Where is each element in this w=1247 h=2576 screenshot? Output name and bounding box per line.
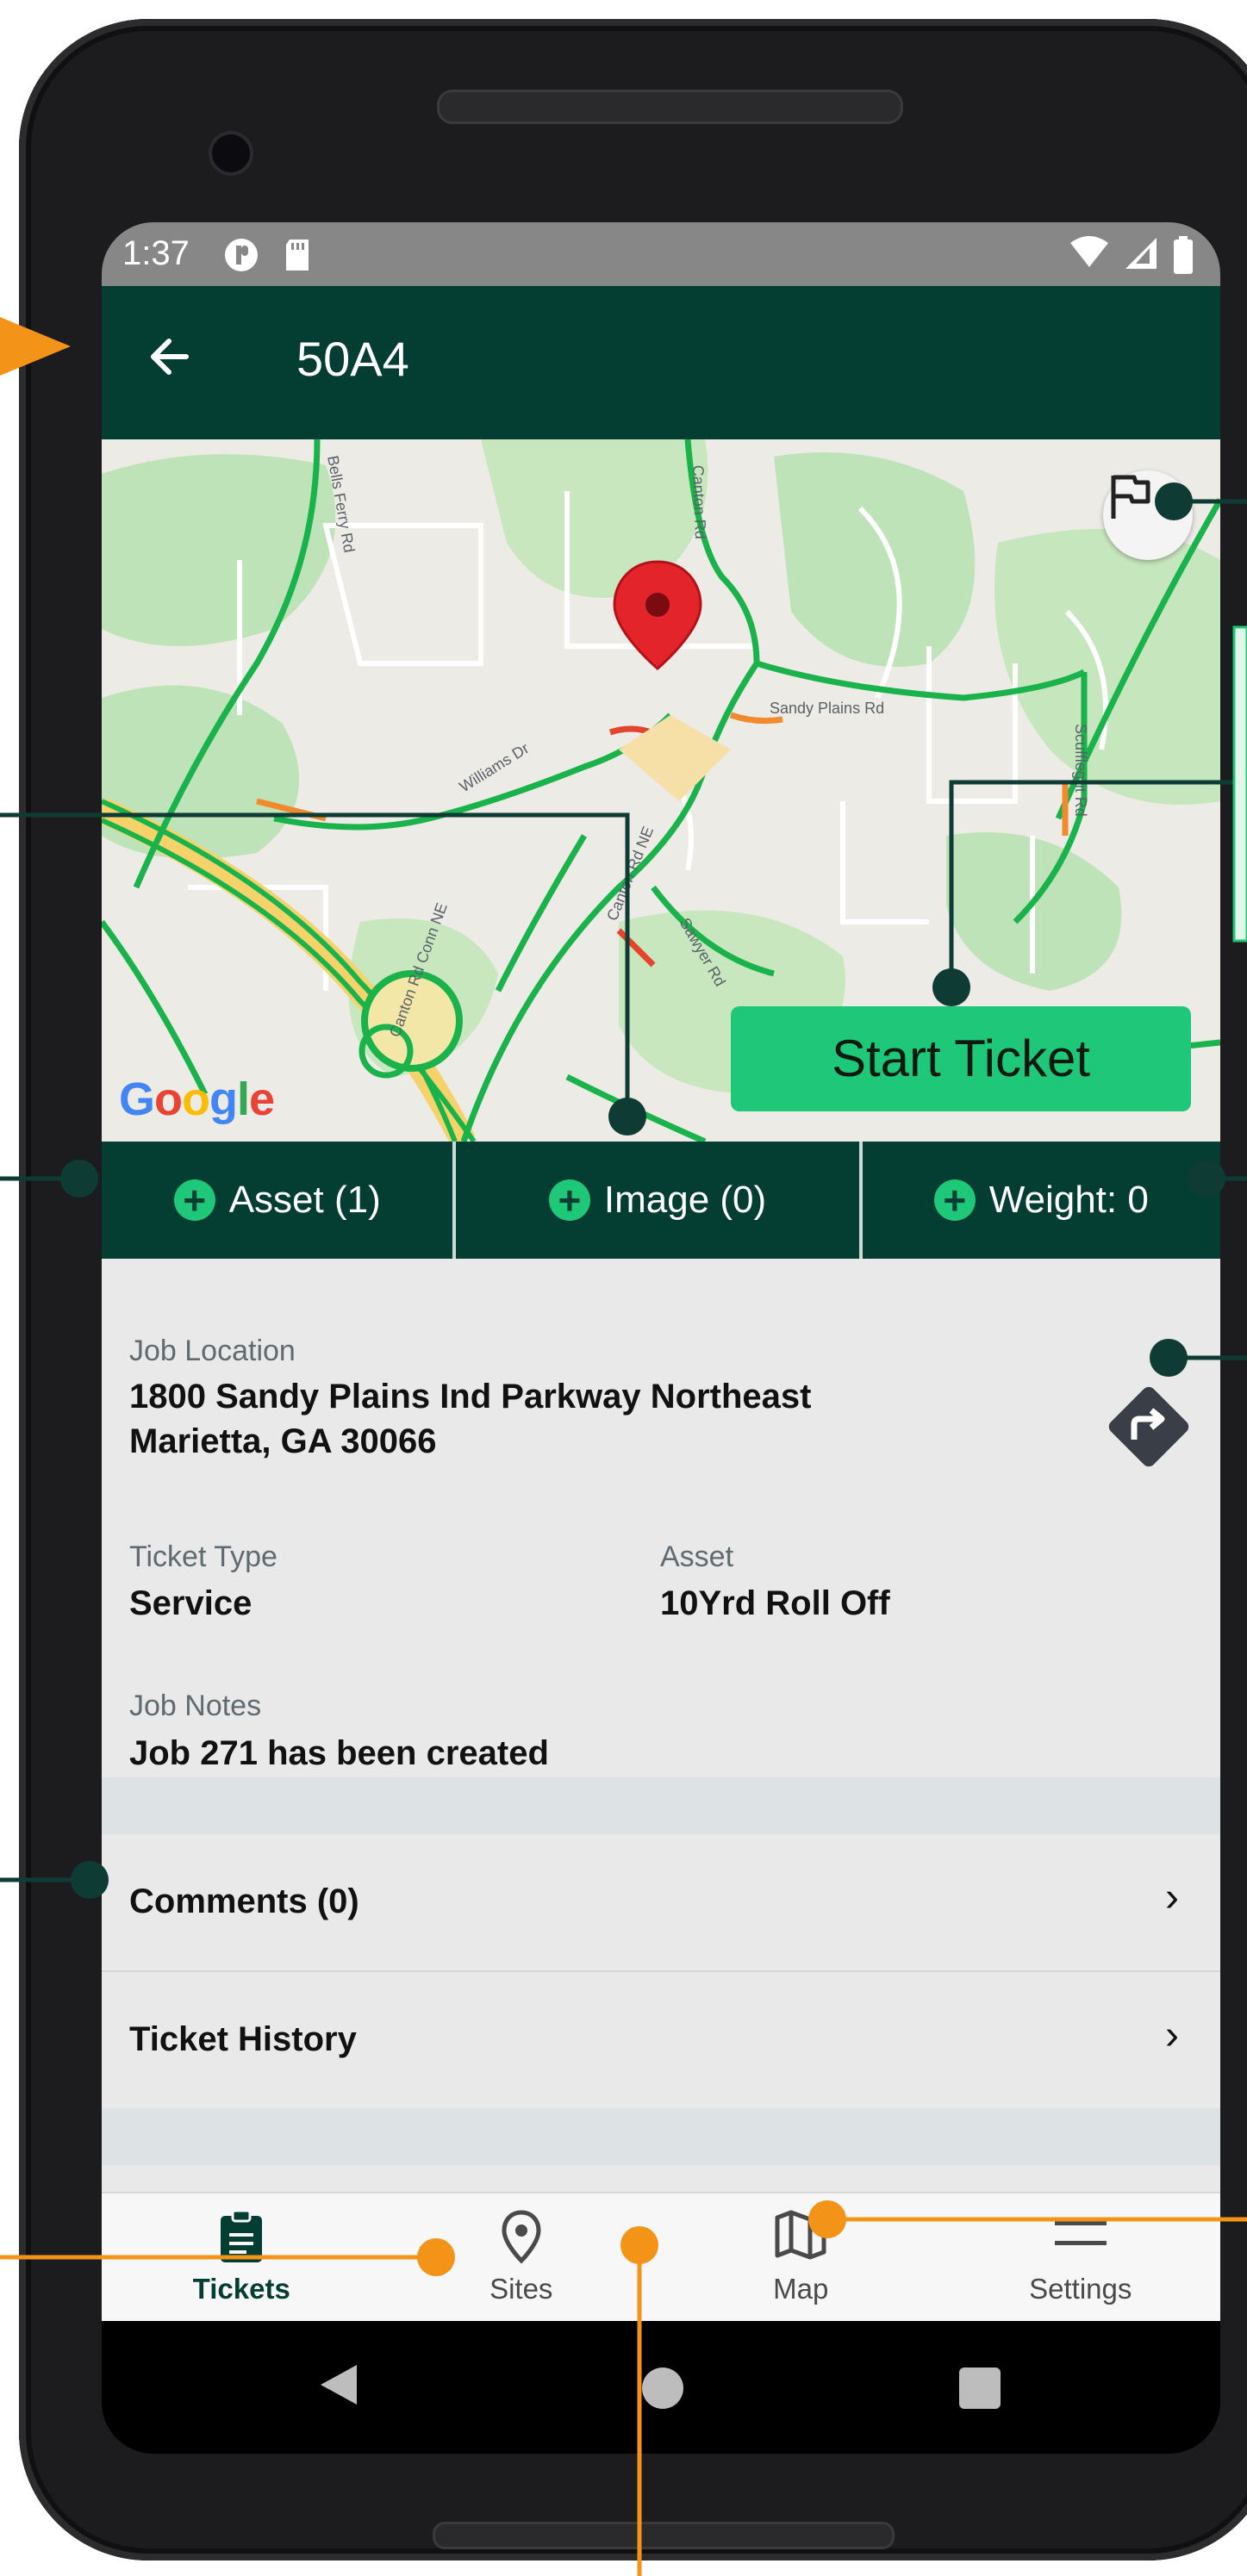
phone-frame: 1:37 50A4 Bells Ferry Rd Canton Rd Willi… (19, 19, 1247, 2560)
ticket-type-label: Ticket Type (129, 1540, 277, 1573)
nav-settings[interactable]: Settings (941, 2193, 1221, 2323)
bottom-speaker (433, 2522, 895, 2549)
nav-sites[interactable]: Sites (382, 2193, 662, 2323)
job-location-label: Job Location (129, 1335, 296, 1367)
ticket-actions-bar: + Asset (1) + Image (0) + Weight: 0 (102, 1142, 1220, 1259)
nav-tickets-label: Tickets (192, 2273, 290, 2305)
add-weight-label: Weight: 0 (988, 1179, 1149, 1221)
battery-icon (1172, 236, 1194, 283)
flag-icon (1111, 475, 1150, 519)
menu-icon (941, 2209, 1221, 2269)
add-asset-button[interactable]: + Asset (1) (102, 1142, 452, 1259)
ticket-history-label: Ticket History (129, 2020, 357, 2058)
notification-app-icon (222, 236, 260, 283)
plus-circle-icon: + (933, 1179, 976, 1221)
directions-icon[interactable] (1101, 1379, 1196, 1474)
add-weight-button[interactable]: + Weight: 0 (858, 1142, 1220, 1259)
road-label: Scufflegrit Rd (1072, 724, 1089, 817)
system-recents-icon[interactable] (959, 2368, 1001, 2409)
back-arrow-icon[interactable] (143, 322, 195, 397)
job-notes-label: Job Notes (129, 1689, 262, 1722)
map-icon (661, 2209, 941, 2269)
add-image-label: Image (0) (603, 1179, 767, 1221)
road-label: Canton Rd (689, 464, 709, 539)
asset-value: 10Yrd Roll Off (660, 1584, 890, 1622)
system-home-icon[interactable] (642, 2368, 683, 2409)
address-line-2: Marietta, GA 30066 (129, 1422, 437, 1460)
flag-button[interactable] (1103, 470, 1193, 560)
app-bar: 50A4 (102, 286, 1220, 439)
chevron-right-icon: › (1165, 1875, 1179, 1920)
address-line-1: 1800 Sandy Plains Ind Parkway Northeast (129, 1378, 812, 1416)
nav-sites-label: Sites (489, 2273, 553, 2305)
nav-map-label: Map (773, 2273, 829, 2305)
section-divider (102, 1777, 1220, 1834)
add-image-button[interactable]: + Image (0) (452, 1142, 858, 1259)
start-ticket-button[interactable]: Start Ticket (731, 1006, 1191, 1111)
plus-circle-icon: + (173, 1179, 215, 1221)
ticket-history-row[interactable]: Ticket History › (102, 1972, 1220, 2108)
wifi-icon (1069, 236, 1110, 283)
add-asset-label: Asset (1) (228, 1179, 381, 1221)
job-notes-value: Job 271 has been created (129, 1734, 549, 1772)
sd-card-icon (283, 236, 312, 283)
front-camera (209, 131, 253, 176)
nav-tickets[interactable]: Tickets (102, 2193, 382, 2323)
earpiece-speaker (437, 90, 903, 124)
plus-circle-icon: + (548, 1179, 590, 1221)
bottom-navigation: Tickets Sites Map Settings (102, 2192, 1220, 2323)
road-label: Sandy Plains Rd (770, 700, 884, 717)
system-back-icon[interactable] (317, 2361, 360, 2420)
status-time: 1:37 (122, 234, 190, 272)
nav-map[interactable]: Map (661, 2193, 941, 2323)
status-bar: 1:37 (102, 222, 1220, 286)
comments-row[interactable]: Comments (0) › (102, 1834, 1220, 1970)
chevron-right-icon: › (1165, 2013, 1179, 2058)
google-logo: Google (119, 1073, 275, 1125)
phone-screen: 1:37 50A4 Bells Ferry Rd Canton Rd Willi… (102, 222, 1220, 2454)
ticket-type-value: Service (129, 1584, 253, 1622)
asset-label: Asset (660, 1540, 734, 1573)
nav-settings-label: Settings (1029, 2273, 1132, 2305)
section-divider (102, 2108, 1220, 2165)
page-title: 50A4 (296, 332, 409, 386)
job-location-map[interactable]: Bells Ferry Rd Canton Rd Williams Dr San… (102, 439, 1220, 1142)
signal-icon (1124, 236, 1158, 283)
system-navigation-bar (102, 2321, 1220, 2454)
location-pin-icon (382, 2209, 662, 2269)
clipboard-icon (102, 2209, 382, 2269)
comments-label: Comments (0) (129, 1882, 359, 1920)
